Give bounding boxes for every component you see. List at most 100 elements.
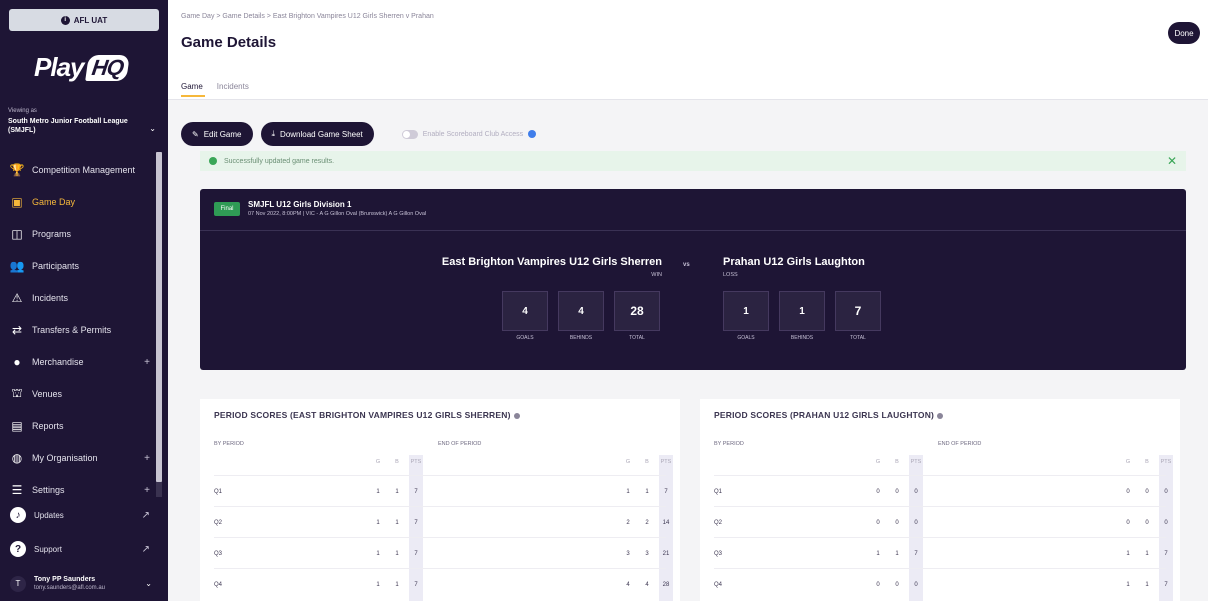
- done-button[interactable]: Done: [1168, 22, 1200, 44]
- period-g-cell: 1: [376, 489, 380, 495]
- plus-icon: +: [144, 452, 150, 464]
- period-pts-cell: 0: [914, 582, 918, 588]
- goals-label: GOALS: [516, 335, 534, 341]
- chevron-down-icon: ⌄: [149, 124, 156, 133]
- end-of-period-g-cell: 4: [626, 582, 630, 588]
- period-scores-home: PERIOD SCORES (EAST BRIGHTON VAMPIRES U1…: [200, 399, 680, 601]
- sidebar-item-participants[interactable]: 👥 Participants: [0, 250, 168, 282]
- sidebar-item-label: Programs: [32, 229, 72, 239]
- away-behinds: 1: [779, 291, 825, 331]
- column-header-pts: PTS: [910, 459, 922, 465]
- column-header-pts: PTS: [1160, 459, 1172, 465]
- end-of-period-b-cell: 0: [1145, 520, 1149, 526]
- end-of-period-b-cell: 1: [645, 489, 649, 495]
- logo-text: Play: [34, 52, 84, 82]
- versus-label: vs: [683, 262, 690, 268]
- breadcrumb[interactable]: Game Day > Game Details > East Brighton …: [181, 13, 434, 20]
- help-icon[interactable]: [937, 412, 944, 419]
- sidebar-scrollbar[interactable]: [156, 152, 162, 497]
- sidebar-item-label: Venues: [32, 389, 63, 399]
- row-divider: [714, 537, 1166, 538]
- alert-message: Successfully updated game results.: [224, 157, 335, 165]
- edit-game-label: Edit Game: [203, 129, 242, 139]
- column-header-g: G: [875, 459, 881, 465]
- behinds-label: BEHINDS: [790, 335, 814, 341]
- sidebar-item-updates[interactable]: ♪ Updates ↗: [0, 502, 168, 528]
- warning-icon: ⚠: [11, 291, 23, 305]
- sidebar-item-label: Updates: [34, 510, 64, 520]
- sidebar-item-merchandise[interactable]: ● Merchandise +: [0, 346, 168, 378]
- download-icon: ⤓: [271, 129, 276, 138]
- period-pts-cell: 7: [414, 520, 418, 526]
- sidebar-item-transfers-permits[interactable]: ⇄ Transfers & Permits: [0, 314, 168, 346]
- end-of-period-pts-cell: 7: [1164, 582, 1168, 588]
- organisation-switcher[interactable]: Viewing as South Metro Junior Football L…: [8, 108, 158, 135]
- help-icon[interactable]: [513, 412, 520, 419]
- sidebar-item-incidents[interactable]: ⚠ Incidents: [0, 282, 168, 314]
- sidebar-item-label: Participants: [32, 261, 80, 271]
- report-icon: ▤: [11, 419, 23, 433]
- end-of-period-b-cell: 2: [645, 520, 649, 526]
- toggle-label: Enable Scoreboard Club Access: [422, 130, 524, 138]
- action-bar: ✎ Edit Game ⤓ Download Game Sheet Enable…: [181, 122, 537, 146]
- sidebar-item-game-day[interactable]: ▣ Game Day: [0, 186, 168, 218]
- period-label: Q2: [214, 520, 223, 526]
- row-divider: [214, 475, 666, 476]
- end-of-period-g-cell: 1: [626, 489, 630, 495]
- period-label: Q4: [714, 582, 723, 588]
- sidebar-item-support[interactable]: ? Support ↗: [0, 536, 168, 562]
- shirt-icon: ●: [13, 355, 21, 369]
- info-icon[interactable]: [528, 130, 537, 138]
- row-divider: [714, 506, 1166, 507]
- environment-label: AFL UAT: [73, 15, 108, 25]
- scoreboard-access-toggle[interactable]: [401, 129, 418, 139]
- avatar: T: [10, 575, 26, 592]
- sidebar-item-programs[interactable]: ◫ Programs: [0, 218, 168, 250]
- sidebar-item-label: Reports: [32, 421, 64, 431]
- status-badge: Final: [214, 202, 240, 216]
- tab-incidents[interactable]: Incidents: [217, 82, 249, 97]
- book-icon: ◫: [11, 227, 23, 241]
- period-scores-title: PERIOD SCORES (PRAHAN U12 GIRLS LAUGHTON…: [714, 410, 944, 420]
- period-g-cell: 0: [876, 489, 880, 495]
- download-label: Download Game Sheet: [280, 129, 363, 139]
- sidebar-item-reports[interactable]: ▤ Reports: [0, 410, 168, 442]
- period-scores-away: PERIOD SCORES (PRAHAN U12 GIRLS LAUGHTON…: [700, 399, 1180, 601]
- end-of-period-g-cell: 0: [1126, 489, 1130, 495]
- home-total: 28: [614, 291, 660, 331]
- sidebar-item-competition-management[interactable]: 🏆 Competition Management: [0, 154, 168, 186]
- end-of-period-b-cell: 3: [645, 551, 649, 557]
- period-b-cell: 0: [895, 489, 899, 495]
- playhq-logo[interactable]: Play HQ: [34, 52, 130, 83]
- close-icon[interactable]: ✕: [1167, 154, 1177, 168]
- plus-icon: +: [144, 356, 150, 368]
- period-scores-title-text: PERIOD SCORES (EAST BRIGHTON VAMPIRES U1…: [214, 410, 511, 420]
- period-g-cell: 0: [876, 520, 880, 526]
- sidebar-scrollbar-thumb[interactable]: [156, 152, 162, 482]
- download-game-sheet-button[interactable]: ⤓ Download Game Sheet: [260, 122, 374, 146]
- bell-icon: ♪: [10, 507, 26, 523]
- end-of-period-b-cell: 4: [645, 582, 649, 588]
- pencil-icon: ✎: [192, 129, 199, 139]
- tab-game[interactable]: Game: [181, 82, 205, 97]
- row-divider: [214, 568, 666, 569]
- sidebar: i AFL UAT Play HQ Viewing as South Metro …: [0, 0, 168, 601]
- end-of-period-b-cell: 1: [1145, 551, 1149, 557]
- away-team-result: LOSS: [723, 272, 738, 278]
- end-of-period-g-cell: 1: [1126, 582, 1130, 588]
- people-icon: 👥: [9, 259, 25, 273]
- game-card-header: Final SMJFL U12 Girls Division 1 07 Nov …: [200, 189, 1186, 231]
- logo-hq: HQ: [84, 54, 130, 81]
- user-menu[interactable]: T Tony PP Saunders tony.saunders@afl.com…: [0, 566, 168, 601]
- org-prefix: Viewing as: [8, 108, 37, 114]
- end-of-period-b-cell: 0: [1145, 489, 1149, 495]
- end-of-period-label: END OF PERIOD: [938, 441, 982, 447]
- by-period-label: BY PERIOD: [214, 441, 244, 447]
- sidebar-item-label: Support: [34, 544, 63, 554]
- edit-game-button[interactable]: ✎ Edit Game: [181, 122, 253, 146]
- sidebar-item-label: Transfers & Permits: [32, 325, 112, 335]
- period-pts-cell: 7: [914, 551, 918, 557]
- sidebar-item-venues[interactable]: ⛫ Venues: [0, 378, 168, 410]
- period-g-cell: 1: [876, 551, 880, 557]
- sidebar-item-my-organisation[interactable]: ◍ My Organisation +: [0, 442, 168, 474]
